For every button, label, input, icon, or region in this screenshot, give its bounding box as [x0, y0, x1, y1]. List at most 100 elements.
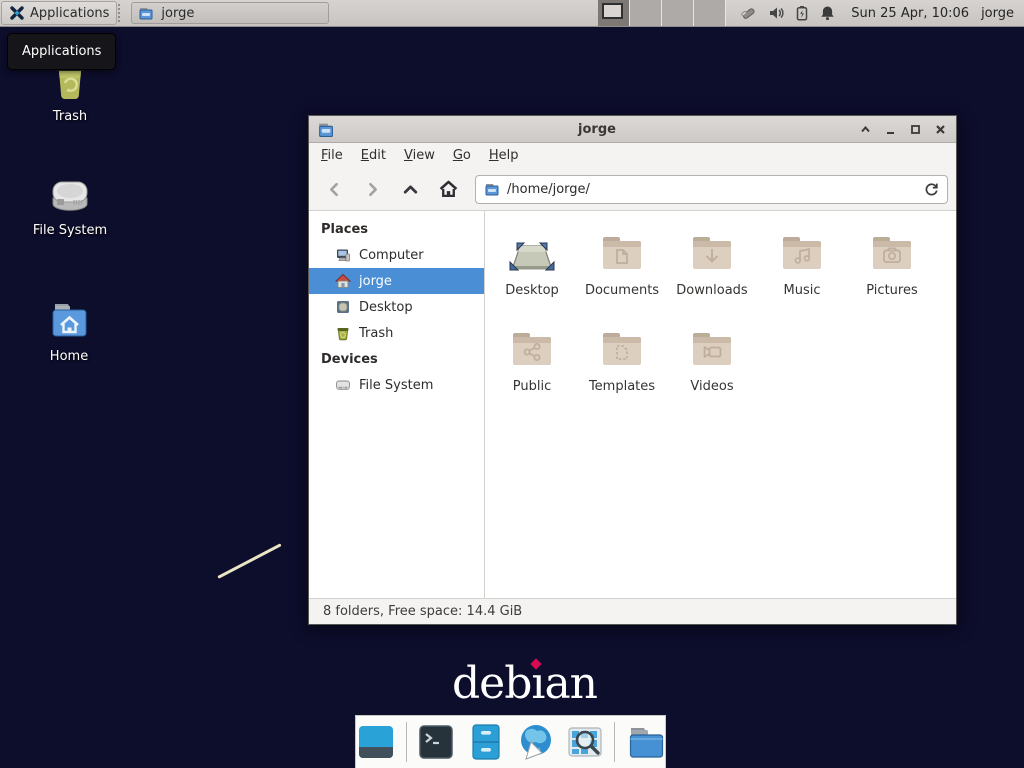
workspace-1[interactable]	[598, 0, 630, 26]
window-controls	[860, 124, 948, 135]
forward-button[interactable]	[355, 173, 389, 205]
menu-view[interactable]: View	[396, 145, 443, 166]
desktop-icon-file-system[interactable]: File System	[22, 170, 118, 238]
panel-separator-handle	[118, 4, 126, 22]
folder-item-templates[interactable]: Templates	[577, 321, 667, 417]
file-manager-window: jorge File Edit View Go Help	[308, 115, 957, 625]
menu-go[interactable]: Go	[445, 145, 479, 166]
folder-name: Documents	[585, 283, 659, 298]
templates-folder-icon	[598, 325, 646, 373]
folder-item-desktop[interactable]: Desktop	[487, 225, 577, 321]
shade-button[interactable]	[860, 124, 871, 135]
folder-item-public[interactable]: Public	[487, 321, 577, 417]
volume-icon[interactable]	[768, 5, 784, 21]
status-text: 8 folders, Free space: 14.4 GiB	[323, 604, 522, 619]
bottom-dock	[355, 715, 666, 768]
battery-charging-icon[interactable]	[795, 5, 809, 21]
sidebar-item-computer[interactable]: Computer	[309, 242, 484, 268]
reload-icon[interactable]	[924, 182, 939, 197]
up-button[interactable]	[393, 173, 427, 205]
xfce-applications-icon	[9, 5, 25, 21]
debian-red-dot: ı	[531, 658, 544, 709]
location-input[interactable]: /home/jorge/	[507, 182, 917, 197]
folder-name: Videos	[690, 379, 733, 394]
public-folder-icon	[508, 325, 556, 373]
directory-icon[interactable]	[624, 721, 665, 763]
notifications-icon[interactable]	[820, 5, 835, 21]
desktop-icon	[335, 299, 351, 315]
taskbar-folder-icon	[138, 5, 154, 21]
minimize-button[interactable]	[885, 124, 896, 135]
sidebar-item-label: Desktop	[359, 300, 413, 315]
file-list: Desktop Documents	[485, 211, 956, 598]
debian-wordmark: debıan	[452, 658, 597, 709]
sidebar-devices-header: Devices	[309, 346, 484, 372]
location-bar[interactable]: /home/jorge/	[475, 175, 948, 204]
applications-menu-button[interactable]: Applications	[1, 1, 117, 25]
home-folder-icon	[45, 296, 93, 344]
maximize-button[interactable]	[910, 124, 921, 135]
window-title: jorge	[342, 122, 852, 137]
workspace-4[interactable]	[694, 0, 726, 26]
web-browser-icon[interactable]	[515, 721, 556, 763]
sidebar-item-label: Computer	[359, 248, 424, 263]
folder-item-documents[interactable]: Documents	[577, 225, 667, 321]
sidebar-item-jorge[interactable]: jorge	[309, 268, 484, 294]
desktop-icon-home[interactable]: Home	[21, 296, 117, 364]
system-tray	[726, 0, 845, 26]
workspace-2[interactable]	[630, 0, 662, 26]
harddrive-icon	[46, 170, 94, 218]
documents-folder-icon	[598, 229, 646, 277]
folder-name: Desktop	[505, 283, 559, 298]
show-desktop-icon[interactable]	[356, 721, 397, 763]
pictures-folder-icon	[868, 229, 916, 277]
workspace-pager[interactable]	[598, 0, 726, 26]
folder-name: Downloads	[676, 283, 747, 298]
window-body: Places Computer	[309, 211, 956, 598]
home-button[interactable]	[431, 173, 465, 205]
dock-separator	[406, 722, 407, 762]
panel-clock[interactable]: Sun 25 Apr, 10:06	[845, 0, 975, 26]
menu-edit[interactable]: Edit	[353, 145, 394, 166]
app-finder-icon[interactable]	[565, 721, 606, 763]
desktop-icon-label: Home	[50, 349, 88, 364]
desktop-icon-label: File System	[33, 223, 107, 238]
file-cabinet-icon[interactable]	[465, 721, 506, 763]
menu-file[interactable]: File	[313, 145, 351, 166]
sidebar-item-desktop[interactable]: Desktop	[309, 294, 484, 320]
desktop-scribble-line	[217, 543, 281, 579]
folder-name: Pictures	[866, 283, 917, 298]
folder-item-music[interactable]: Music	[757, 225, 847, 321]
trash-icon	[335, 325, 351, 341]
sidebar-item-file-system[interactable]: File System	[309, 372, 484, 398]
menu-help[interactable]: Help	[481, 145, 527, 166]
harddrive-icon	[335, 377, 351, 393]
folder-item-pictures[interactable]: Pictures	[847, 225, 937, 321]
folder-item-videos[interactable]: Videos	[667, 321, 757, 417]
taskbar-window-button[interactable]: jorge	[131, 2, 329, 24]
sidebar: Places Computer	[309, 211, 485, 598]
taskbar-window-label: jorge	[161, 6, 194, 21]
clipman-icon[interactable]	[740, 5, 757, 22]
applications-tooltip: Applications	[7, 33, 116, 70]
toolbar: /home/jorge/	[309, 168, 956, 211]
statusbar: 8 folders, Free space: 14.4 GiB	[309, 598, 956, 624]
path-folder-icon	[484, 181, 500, 197]
window-titlebar[interactable]: jorge	[309, 116, 956, 143]
folder-item-downloads[interactable]: Downloads	[667, 225, 757, 321]
back-button[interactable]	[317, 173, 351, 205]
videos-folder-icon	[688, 325, 736, 373]
top-panel: Applications jorge	[0, 0, 1024, 27]
sidebar-item-label: jorge	[359, 274, 392, 289]
close-button[interactable]	[935, 124, 946, 135]
computer-icon	[335, 247, 351, 263]
applications-menu-label: Applications	[30, 6, 109, 21]
sidebar-item-trash[interactable]: Trash	[309, 320, 484, 346]
terminal-icon[interactable]	[416, 721, 457, 763]
user-home-icon	[335, 273, 351, 289]
folder-name: Music	[784, 283, 821, 298]
folder-name: Public	[513, 379, 551, 394]
panel-user-menu[interactable]: jorge	[975, 0, 1024, 26]
workspace-3[interactable]	[662, 0, 694, 26]
desktop-icon-label: Trash	[53, 109, 87, 124]
